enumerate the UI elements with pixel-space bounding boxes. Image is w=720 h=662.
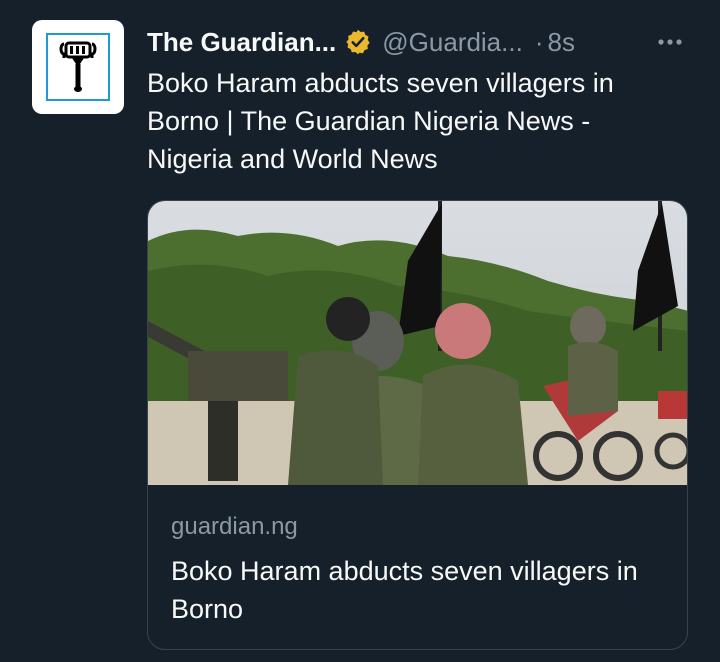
handle[interactable]: @Guardia... — [382, 27, 523, 58]
link-card[interactable]: guardian.ng Boko Haram abducts seven vil… — [147, 200, 688, 650]
timestamp[interactable]: 8s — [547, 27, 574, 58]
tweet-text: Boko Haram abducts seven villagers in Bo… — [147, 68, 614, 174]
verified-badge-icon[interactable] — [344, 28, 372, 56]
avatar[interactable] — [32, 20, 124, 114]
news-photo-icon[interactable] — [148, 201, 687, 485]
display-name[interactable]: The Guardian... — [147, 27, 336, 58]
separator: · — [534, 26, 544, 57]
tweet[interactable]: The Guardian... @Guardia... · 8s Boko Ha… — [0, 0, 720, 662]
card-title: Boko Haram abducts seven villagers in Bo… — [171, 556, 638, 624]
card-domain: guardian.ng — [171, 513, 298, 540]
guardian-logo-icon — [46, 33, 110, 101]
more-options-icon[interactable] — [650, 26, 690, 58]
tweet-header: The Guardian... @Guardia... · 8s — [147, 26, 690, 58]
